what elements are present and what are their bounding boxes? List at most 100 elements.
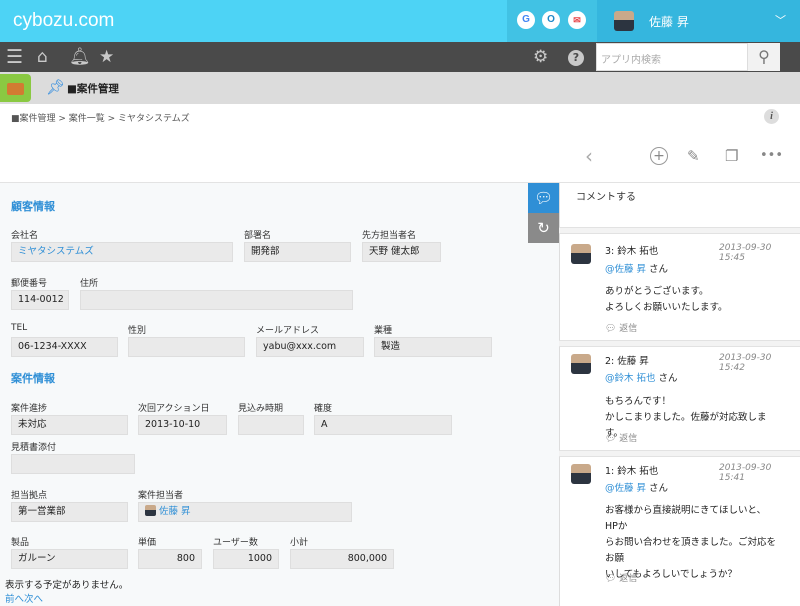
search-icon[interactable]: ⚲	[748, 43, 780, 71]
comment-mention: @佐藤 昇 さん	[605, 261, 668, 275]
users-label: ユーザー数	[213, 538, 258, 548]
certainty-field: A	[314, 415, 452, 435]
comment-date: 2013-09-30 15:42	[719, 353, 772, 373]
google-icon[interactable]: G	[517, 11, 535, 29]
back-icon[interactable]: ‹	[585, 146, 593, 166]
mention-honorific: さん	[646, 264, 669, 275]
reply-label: 返信	[619, 434, 638, 444]
comment-body: ありがとうございます。 よろしくお願いいたします。	[605, 284, 777, 316]
service-icons: G O ✉	[507, 0, 597, 42]
comment-date: 2013-09-30 15:41	[719, 463, 772, 483]
comment-mention: @鈴木 拓也 さん	[605, 370, 678, 384]
comment-avatar	[571, 464, 591, 484]
comment-line: お客様から直接説明にきてほしいと、HPか	[605, 505, 767, 532]
subtotal-field: 800,000	[290, 549, 394, 569]
edit-icon[interactable]: ✎	[687, 146, 700, 166]
pager-link[interactable]: 前へ次へ	[5, 591, 43, 605]
history-tab-icon[interactable]: ↻	[528, 213, 559, 243]
tel-label: TEL	[11, 323, 28, 333]
address-label: 住所	[80, 279, 99, 289]
expected-label: 見込み時期	[238, 404, 284, 414]
comment-mention: @佐藤 昇 さん	[605, 480, 668, 494]
user-name: 佐藤 昇	[649, 15, 689, 29]
mention-link[interactable]: @佐藤 昇	[605, 483, 646, 494]
reply-button[interactable]: 💬︎ 返信	[605, 431, 637, 444]
app-search-input[interactable]: アプリ内検索	[596, 43, 748, 71]
owner-field[interactable]: 佐藤 昇	[138, 502, 352, 522]
zip-label: 郵便番号	[11, 279, 48, 289]
mention-link[interactable]: @佐藤 昇	[605, 264, 646, 275]
bell-icon[interactable]: 🔔︎	[69, 46, 91, 68]
gender-field	[128, 337, 245, 357]
user-avatar	[614, 11, 634, 31]
comment-input[interactable]: コメントする	[576, 188, 636, 203]
info-icon[interactable]: i	[764, 109, 779, 124]
mention-link[interactable]: @鈴木 拓也	[605, 373, 656, 384]
top-bar: cybozu.com G O ✉ 佐藤 昇 ﹀	[0, 0, 800, 42]
company-field[interactable]: ミヤタシステムズ	[11, 242, 233, 262]
side-column	[528, 243, 559, 606]
comment-tab-icon[interactable]: 💬︎	[528, 183, 559, 213]
owner-avatar	[145, 505, 156, 516]
owner-name[interactable]: 佐藤 昇	[159, 506, 191, 517]
email-label: メールアドレス	[256, 326, 320, 336]
comment-separator	[559, 227, 800, 234]
tel-field: 06-1234-XXXX	[11, 337, 118, 357]
mail-icon[interactable]: ✉	[568, 11, 586, 29]
unit-price-label: 単価	[138, 538, 157, 548]
comment-avatar	[571, 354, 591, 374]
progress-label: 案件進捗	[11, 404, 48, 414]
next-action-field: 2013-10-10	[138, 415, 227, 435]
section-customer-info: 顧客情報	[11, 200, 55, 213]
menu-icon[interactable]: ☰	[6, 46, 23, 68]
mention-honorific: さん	[655, 373, 678, 384]
user-menu[interactable]: 佐藤 昇 ﹀	[597, 0, 800, 42]
gender-label: 性別	[128, 326, 147, 336]
industry-field: 製造	[374, 337, 492, 357]
reply-button[interactable]: 💬︎ 返信	[605, 571, 637, 584]
subtotal-label: 小計	[290, 538, 309, 548]
comment-line: もちろんです！	[605, 396, 672, 407]
branch-label: 担当拠点	[11, 491, 48, 501]
breadcrumb[interactable]: ■案件管理 > 案件一覧 > ミヤタシステムズ	[11, 111, 190, 124]
certainty-label: 確度	[314, 404, 333, 414]
dept-field: 開発部	[244, 242, 351, 262]
contact-field: 天野 健太郎	[362, 242, 441, 262]
office-icon[interactable]: O	[542, 11, 560, 29]
pin-icon[interactable]: 📌︎	[46, 78, 65, 96]
zip-field: 114-0012	[11, 290, 69, 310]
section-deal-info: 案件情報	[11, 372, 55, 385]
quote-label: 見積書添付	[11, 443, 57, 453]
email-field: yabu@xxx.com	[256, 337, 364, 357]
copy-icon[interactable]: ❐	[725, 146, 738, 166]
contact-label: 先方担当者名	[362, 231, 417, 241]
mention-honorific: さん	[646, 483, 669, 494]
quote-field	[11, 454, 135, 474]
comment-author: 3: 鈴木 拓也	[605, 246, 659, 257]
add-icon[interactable]: +	[650, 147, 668, 165]
comment-avatar	[571, 244, 591, 264]
company-label: 会社名	[11, 231, 39, 241]
cybozu-logo[interactable]: cybozu.com	[13, 10, 114, 32]
reply-label: 返信	[619, 574, 638, 584]
app-briefcase-icon[interactable]	[0, 74, 31, 102]
no-schedule-text: 表示する予定がありません。	[5, 580, 129, 591]
owner-label: 案件担当者	[138, 491, 184, 501]
comment-date: 2013-09-30 15:45	[719, 243, 772, 263]
chevron-down-icon[interactable]: ﹀	[775, 12, 786, 28]
gear-icon[interactable]: ⚙	[533, 46, 548, 68]
help-icon[interactable]: ?	[568, 50, 584, 66]
branch-field: 第一営業部	[11, 502, 128, 522]
comment-separator	[559, 450, 800, 457]
app-title[interactable]: ■案件管理	[67, 81, 119, 96]
unit-price-field: 800	[138, 549, 202, 569]
reply-button[interactable]: 💬︎ 返信	[605, 321, 637, 334]
product-label: 製品	[11, 538, 30, 548]
home-icon[interactable]: ⌂	[37, 46, 48, 68]
more-icon[interactable]: •••	[760, 146, 783, 166]
app-bar: 📌︎ ■案件管理	[0, 72, 800, 104]
star-icon[interactable]: ★	[99, 46, 114, 68]
users-field: 1000	[213, 549, 279, 569]
next-action-label: 次回アクション日	[138, 404, 210, 414]
dept-label: 部署名	[244, 231, 272, 241]
